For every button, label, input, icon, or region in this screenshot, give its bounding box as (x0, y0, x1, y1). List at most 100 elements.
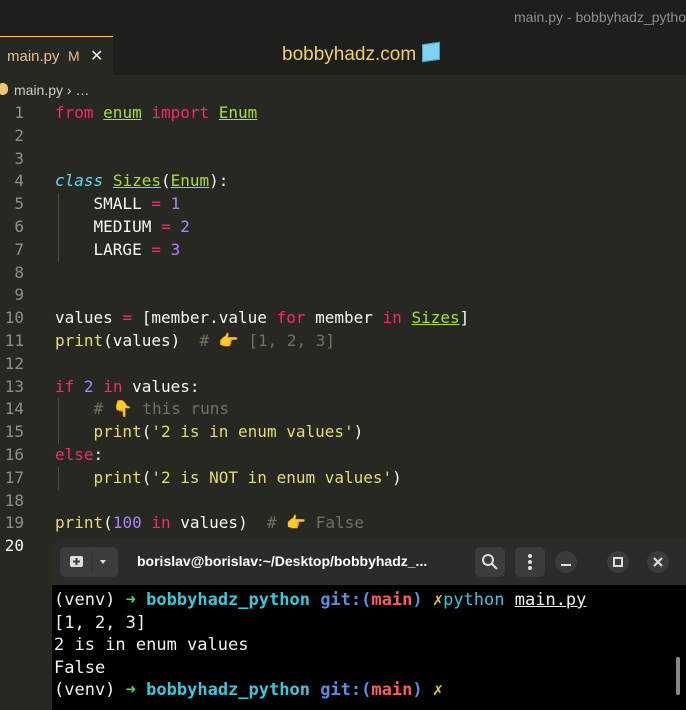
line-number: 4 (14, 171, 24, 191)
search-button[interactable] (475, 547, 505, 577)
site-name: bobbyhadz.com (282, 44, 417, 65)
code-line: 5 SMALL = 1 (0, 193, 686, 216)
token: '2 is NOT in enum values' (151, 467, 393, 487)
breadcrumb-file: main.py (14, 82, 64, 98)
line-number: 11 (4, 330, 24, 350)
token: '2 is in enum values' (151, 422, 354, 442)
ice-cube-icon (422, 41, 441, 63)
line-number: 1 (14, 103, 24, 122)
code-line: 17 print('2 is NOT in enum values') (0, 466, 686, 490)
line-number: 6 (14, 216, 24, 236)
code-line: 18 (0, 490, 686, 513)
code-line: 10 values = [member.value for member in S… (0, 307, 686, 330)
code-line: 1 from enum import Enum (0, 102, 686, 125)
token: Enum (170, 171, 210, 191)
line-number: 7 (14, 239, 24, 259)
breadcrumb-path[interactable]: main.py › … (14, 82, 89, 98)
token: values: (132, 376, 200, 396)
token: ): (209, 171, 229, 191)
modified-indicator: M (68, 48, 80, 64)
code-line: 11 print(values) # 👉 [1, 2, 3] (0, 330, 686, 353)
token: ] (459, 308, 470, 328)
token: : (93, 444, 104, 464)
token: in (151, 513, 171, 533)
token: in (382, 308, 402, 328)
output-line: 2 is in enum values (54, 635, 249, 655)
token: enum (103, 103, 142, 122)
token: 3 (170, 239, 181, 259)
tab-main-py[interactable]: main.py M ✕ (0, 36, 113, 75)
code-line: 8 (0, 262, 686, 285)
new-tab-button[interactable] (60, 547, 118, 577)
token: Enum (218, 103, 258, 122)
terminal-window[interactable]: borislav@borislav:~/Desktop/bobbyhadz_..… (52, 539, 686, 710)
line-number: 17 (4, 467, 24, 487)
token: 100 (112, 513, 142, 533)
line-number: 13 (4, 376, 24, 396)
token: if (55, 376, 75, 396)
tab-filename: main.py (7, 48, 60, 65)
line-number: 18 (4, 490, 24, 510)
prompt-line: (venv) ➜ bobbyhadz_python git:(main) ✗ (54, 680, 444, 700)
code-line: 6 MEDIUM = 2 (0, 215, 686, 239)
token: = (160, 216, 171, 236)
token: 2 (83, 376, 94, 396)
token: 1 (170, 194, 181, 214)
line-number: 2 (14, 125, 24, 145)
token: (values) (103, 330, 181, 350)
code-line: 19 print(100 in values) # 👉 False (0, 512, 686, 535)
line-number: 16 (4, 444, 24, 464)
token: MEDIUM (93, 216, 152, 236)
terminal-output[interactable]: (venv) ➜ bobbyhadz_python git:(main) ✗py… (54, 589, 674, 702)
token: [member.value (141, 308, 267, 328)
token: ( (103, 513, 113, 533)
window-titlebar: main.py - bobbyhadz_pytho (0, 0, 686, 36)
line-number: 8 (14, 262, 24, 282)
token: Sizes (411, 308, 460, 328)
code-line: 9 (0, 284, 686, 307)
token: ) (353, 422, 364, 442)
token: 2 (180, 216, 190, 236)
code-line: 4 class Sizes(Enum): (0, 170, 686, 193)
watermark-label: bobbyhadz.com (282, 41, 441, 66)
code-line: 14 # 👇 this runs (0, 398, 686, 422)
line-number: 3 (14, 148, 24, 168)
token: = (122, 308, 133, 328)
close-tab-icon[interactable]: ✕ (90, 46, 103, 66)
token: print (55, 513, 104, 533)
token: ( (141, 422, 152, 442)
token: Sizes (112, 171, 161, 191)
token: import (151, 103, 210, 122)
breadcrumb-separator: › … (66, 82, 90, 98)
menu-button[interactable] (515, 547, 545, 577)
kebab-menu-icon (528, 554, 532, 570)
token: else (55, 444, 94, 464)
maximize-icon[interactable] (606, 550, 630, 574)
token: member (315, 308, 373, 328)
line-number: 20 (4, 536, 24, 556)
token: for (276, 308, 306, 328)
output-line: [1, 2, 3] (54, 612, 147, 633)
token: from (55, 103, 94, 122)
line-number: 10 (4, 308, 24, 328)
close-icon[interactable] (646, 550, 670, 574)
token: = (151, 239, 161, 259)
python-file-icon (0, 83, 8, 95)
code-line: 16 else: (0, 444, 686, 467)
minimize-icon[interactable] (554, 550, 578, 574)
line-number: 12 (4, 353, 24, 373)
token: ( (160, 171, 171, 191)
terminal-title: borislav@borislav:~/Desktop/bobbyhadz_..… (137, 553, 428, 569)
line-number: 9 (14, 285, 24, 305)
token: class (55, 171, 104, 191)
code-line: 12 (0, 353, 686, 376)
terminal-scrollbar[interactable] (676, 657, 680, 695)
code-editor[interactable]: 1 from enum import Enum 2 3 4 class Sizes(… (0, 102, 686, 558)
line-number: 15 (4, 422, 24, 442)
token: # 👇 this runs (93, 399, 230, 419)
token: in (103, 376, 123, 396)
new-tab-icon (70, 551, 106, 573)
token: values (55, 308, 113, 328)
terminal-header: borislav@borislav:~/Desktop/bobbyhadz_..… (52, 539, 686, 585)
code-line: 15 print('2 is in enum values') (0, 421, 686, 444)
